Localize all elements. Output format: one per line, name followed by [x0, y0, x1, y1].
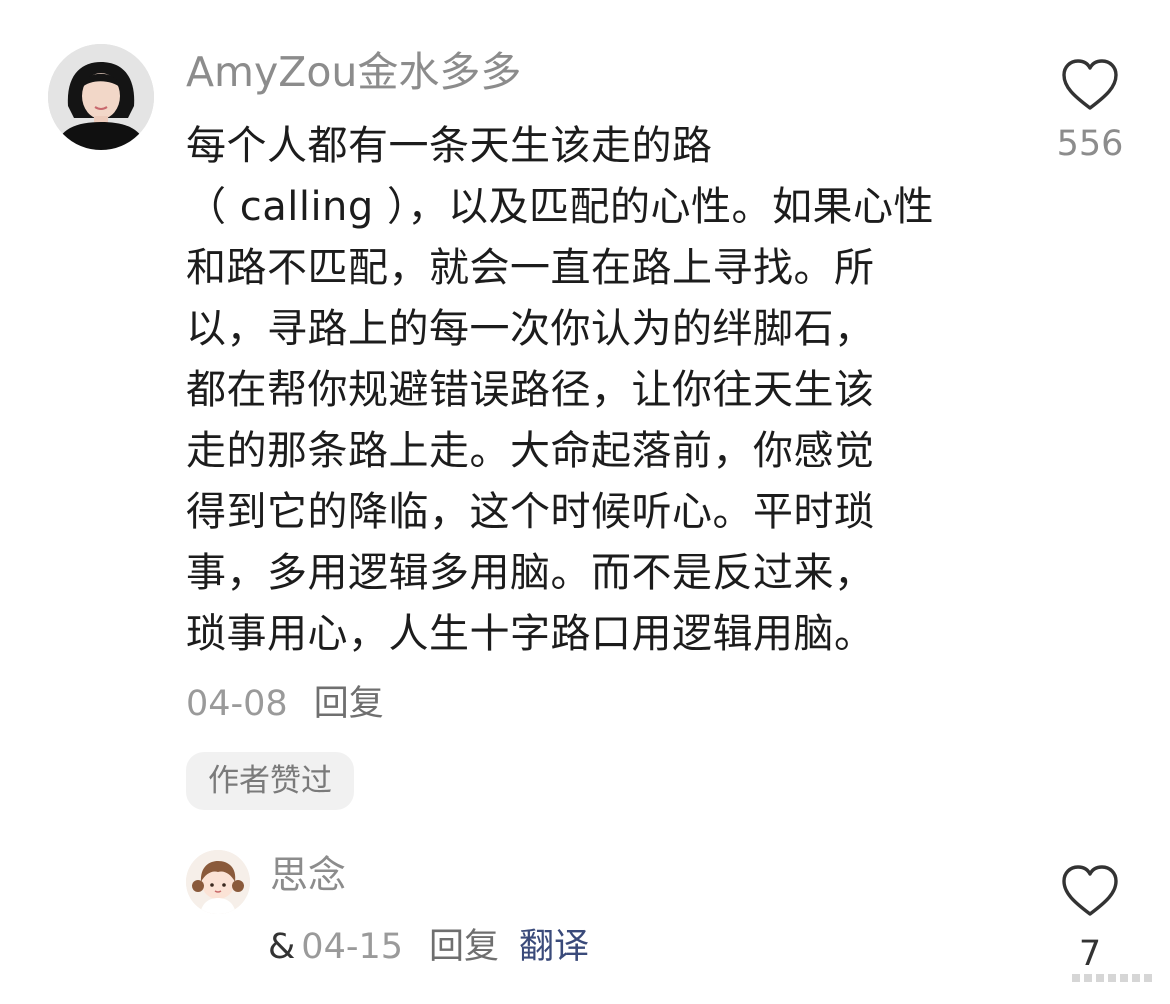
reply-username[interactable]: 思念 — [270, 848, 346, 902]
heart-outline-icon — [1062, 59, 1118, 110]
reply-button[interactable]: 回复 — [429, 927, 499, 967]
watermark-icon — [1072, 974, 1152, 982]
author-liked-badge: 作者赞过 — [186, 752, 354, 810]
heart-outline-icon — [1062, 865, 1118, 916]
comment-line: 琐事用心，人生十字路口用逻辑用脑。 — [186, 611, 875, 657]
like-count: 556 — [1056, 124, 1124, 164]
reply-button[interactable]: 回复 — [314, 684, 384, 724]
comment-line: 得到它的降临，这个时候听心。平时琐 — [186, 489, 875, 535]
comment-thread: AmyZou金水多多 每个人都有一条天生该走的路 （ calling ），以及匹… — [0, 0, 1170, 1004]
translate-button[interactable]: 翻译 — [519, 927, 589, 967]
like-button[interactable]: 556 — [1045, 58, 1135, 166]
comment-body: 每个人都有一条天生该走的路 （ calling ），以及匹配的心性。如果心性 和… — [186, 116, 1016, 665]
comment-username[interactable]: AmyZou金水多多 — [186, 44, 521, 100]
reply-date: 04-15 — [301, 927, 403, 967]
reply-like-button[interactable]: 7 — [1045, 864, 1135, 976]
cartoon-girl-icon — [186, 850, 250, 914]
comment-date: 04-08 — [186, 684, 288, 724]
user-photo-icon — [48, 44, 154, 150]
comment-line: （ calling ），以及匹配的心性。如果心性 — [186, 184, 935, 230]
comment-line: 走的那条路上走。大命起落前，你感觉 — [186, 428, 875, 474]
comment-line: 事，多用逻辑多用脑。而不是反过来， — [186, 550, 875, 596]
reply-meta: & 04-15 回复 翻译 — [268, 922, 589, 972]
reply-avatar[interactable] — [186, 850, 250, 914]
comment-meta: 04-08 回复 — [186, 680, 384, 728]
comment-line: 以，寻路上的每一次你认为的绊脚石， — [186, 306, 875, 352]
prefix-symbol: & — [268, 927, 296, 967]
comment-line: 和路不匹配，就会一直在路上寻找。所 — [186, 245, 875, 291]
comment-line: 都在帮你规避错误路径，让你往天生该 — [186, 367, 875, 413]
comment-line: 每个人都有一条天生该走的路 — [186, 123, 713, 169]
avatar[interactable] — [48, 44, 154, 150]
